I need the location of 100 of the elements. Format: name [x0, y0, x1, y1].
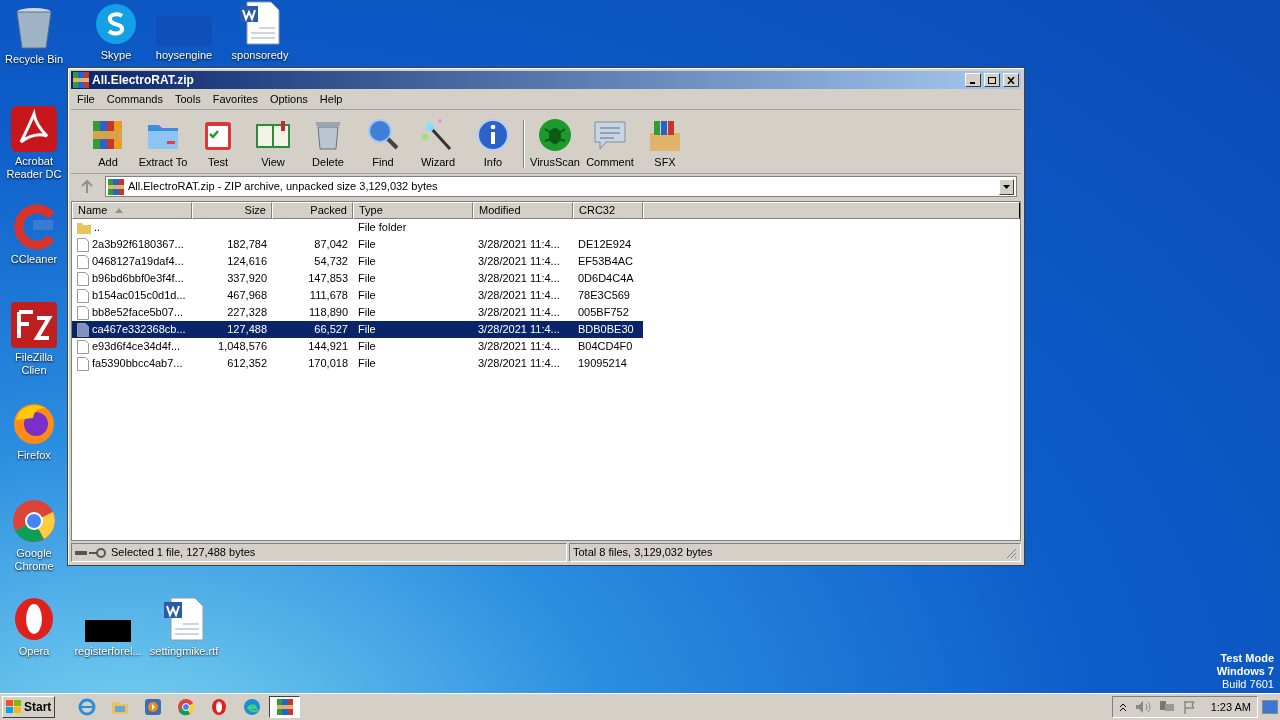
toolbar-button[interactable]: Comment — [583, 116, 637, 170]
toolbar-button[interactable]: Info — [466, 116, 520, 170]
maximize-button[interactable] — [984, 73, 1000, 87]
table-cell-text: 3/28/2021 11:4... — [478, 237, 560, 253]
file-row[interactable]: 2a3b92f6180367... 182,784 87,042 File 3/28/2021 11:4... DE12E924 — [72, 236, 643, 253]
column-header[interactable]: CRC32 — [573, 202, 643, 219]
file-icon — [77, 339, 89, 354]
table-cell-text: ca467e332368cb... — [92, 322, 186, 338]
file-row[interactable]: 0468127a19daf4... 124,616 54,732 File 3/28/2021 11:4... EF53B4AC — [72, 253, 643, 270]
column-header[interactable]: Type — [353, 202, 473, 219]
table-cell-text: .. — [94, 220, 101, 236]
toolbar-button[interactable]: Find — [356, 116, 410, 170]
table-cell-text: File — [358, 305, 376, 321]
table-cell-text: 2a3b92f6180367... — [92, 237, 184, 253]
word-icon — [237, 0, 283, 46]
table-cell-text: 170,018 — [308, 356, 348, 372]
toolbar-button[interactable]: Add — [81, 116, 135, 170]
table-cell-text: B04CD4F0 — [578, 339, 633, 355]
table-cell-text: DE12E924 — [578, 237, 632, 253]
close-button[interactable] — [1003, 73, 1019, 87]
column-header[interactable]: Packed — [272, 202, 353, 219]
menu-item[interactable]: Help — [313, 90, 349, 108]
table-cell-text: 3/28/2021 11:4... — [478, 339, 560, 355]
desktop-icon-label[interactable]: Recycle Bin — [4, 53, 64, 66]
table-cell-text: 3/28/2021 11:4... — [478, 288, 560, 304]
file-row[interactable]: .. File folder — [72, 219, 643, 236]
table-cell-text: 0D6D4C4A — [578, 271, 634, 287]
address-field[interactable]: All.ElectroRAT.zip - ZIP archive, unpacked size 3,129,032 bytes — [105, 176, 1017, 197]
column-header[interactable]: Name — [72, 202, 192, 219]
menu-item[interactable]: Favorites — [206, 90, 264, 108]
redacted-thumbnail-icon — [85, 620, 131, 642]
maximize-icon — [988, 76, 996, 84]
table-cell-text: 0468127a19daf4... — [92, 254, 184, 270]
chevron-up-icon[interactable] — [1118, 702, 1127, 712]
desktop-icon-label[interactable]: Acrobat Reader DC — [2, 155, 66, 181]
toolbar-button[interactable]: VirusScan — [528, 116, 582, 170]
menu-item[interactable]: Tools — [169, 90, 207, 108]
status-panel: Selected 1 file, 127,488 bytes — [71, 543, 567, 562]
table-cell-text: 182,784 — [227, 237, 267, 253]
window-title: All.ElectroRAT.zip — [92, 72, 195, 89]
file-icon — [77, 271, 89, 286]
table-cell-text: 127,488 — [227, 322, 267, 338]
menu-item[interactable]: Commands — [100, 90, 169, 108]
menu-item[interactable]: Options — [263, 90, 314, 108]
toolbar-button[interactable]: Delete — [301, 116, 355, 170]
table-cell-text: File folder — [358, 220, 407, 236]
file-row[interactable]: b96bd6bbf0e3f4f... 337,920 147,853 File 3/28/2021 11:4... 0D6D4C4A — [72, 270, 643, 287]
toolbar-button[interactable]: Test — [191, 116, 245, 170]
column-header[interactable]: Modified — [473, 202, 573, 219]
menu-item[interactable]: File — [71, 90, 101, 108]
ccleaner-icon — [11, 204, 57, 250]
recycle-icon — [14, 6, 54, 50]
table-cell-text: 111,678 — [309, 288, 348, 304]
file-icon — [77, 356, 89, 371]
archive-icon — [73, 72, 89, 88]
close-icon — [1007, 76, 1015, 84]
file-row[interactable]: e93d6f4ce34d4f... 1,048,576 144,921 File 3/28/2021 11:4... B04CD4F0 — [72, 338, 643, 355]
table-cell-text: 3/28/2021 11:4... — [478, 254, 560, 270]
table-cell-text: 227,328 — [227, 305, 267, 321]
start-button[interactable]: Start — [2, 696, 56, 718]
column-header[interactable]: Size — [192, 202, 272, 219]
table-cell-text: b154ac015c0d1d... — [92, 288, 186, 304]
speaker-icon[interactable] — [1134, 700, 1151, 714]
desktop-icon-label[interactable]: Skype — [100, 49, 132, 62]
table-cell-text: File — [358, 339, 376, 355]
toolbar-button[interactable]: Wizard — [411, 116, 465, 170]
desktop-icon-label[interactable]: sponsoredy — [231, 49, 289, 62]
windows-logo-icon — [6, 700, 22, 714]
desktop-icon-label[interactable]: FileZilla Clien — [2, 351, 66, 377]
info-icon — [475, 116, 511, 153]
toolbar-button[interactable]: View — [246, 116, 300, 170]
table-cell-text: 467,968 — [227, 288, 267, 304]
file-icon — [77, 254, 89, 269]
minimize-button[interactable] — [965, 73, 981, 87]
file-row[interactable]: ca467e332368cb... 127,488 66,527 File 3/28/2021 11:4... BDB0BE30 — [72, 321, 643, 338]
file-row[interactable]: b154ac015c0d1d... 467,968 111,678 File 3/28/2021 11:4... 78E3C569 — [72, 287, 643, 304]
toolbar-button[interactable]: Extract To — [136, 116, 190, 170]
bug-icon — [537, 116, 573, 153]
archive-icon — [108, 178, 124, 195]
file-row[interactable]: bb8e52face5b07... 227,328 118,890 File 3/28/2021 11:4... 005BF752 — [72, 304, 643, 321]
network-icon[interactable] — [1158, 700, 1175, 714]
table-cell-text: 3/28/2021 11:4... — [478, 271, 560, 287]
word-icon — [161, 596, 207, 642]
table-cell-text: 78E3C569 — [578, 288, 630, 304]
archive-icon[interactable] — [269, 696, 301, 718]
table-cell-text: fa5390bbcc4ab7... — [92, 356, 183, 372]
table-cell-text: e93d6f4ce34d4f... — [92, 339, 181, 355]
clock[interactable]: 1:23 AM — [1210, 698, 1251, 716]
table-cell-text: b96bd6bbf0e3f4f... — [92, 271, 184, 287]
desktop-icon-label[interactable]: hoysengine — [155, 49, 213, 62]
desktop-icon-label[interactable]: CCleaner — [10, 253, 58, 266]
file-row[interactable]: fa5390bbcc4ab7... 612,352 170,018 File 3/28/2021 11:4... 19095214 — [72, 355, 643, 372]
table-cell-text: 3/28/2021 11:4... — [478, 322, 560, 338]
table-cell-text: EF53B4AC — [578, 254, 634, 270]
flag-icon[interactable] — [1182, 700, 1197, 714]
toolbar-button[interactable]: SFX — [638, 116, 692, 170]
table-cell-text: 1,048,576 — [218, 339, 267, 355]
table-cell-text: 005BF752 — [578, 305, 629, 321]
table-cell-text: 147,853 — [308, 271, 348, 287]
table-cell-text: 612,352 — [227, 356, 267, 372]
